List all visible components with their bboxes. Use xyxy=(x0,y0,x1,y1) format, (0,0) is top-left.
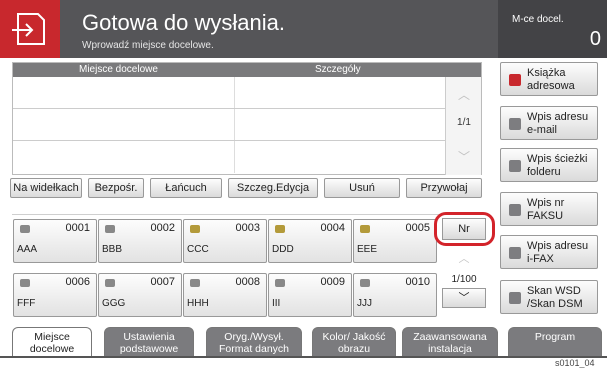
one-touch-key[interactable]: 0003 CCC xyxy=(183,219,267,263)
wsd-scan-button[interactable]: Skan WSD /Skan DSM xyxy=(500,280,598,314)
chain-button[interactable]: Łańcuch xyxy=(150,178,222,198)
contact-icon xyxy=(190,279,200,287)
destination-row[interactable] xyxy=(13,77,481,109)
address-book-button[interactable]: Książka adresowa xyxy=(500,62,598,96)
send-icon xyxy=(0,0,60,58)
contact-icon xyxy=(360,279,370,287)
on-hook-button[interactable]: Na widełkach xyxy=(10,178,82,198)
tab-baseline xyxy=(0,356,607,358)
one-touch-key[interactable]: 0001 AAA xyxy=(13,219,97,263)
fax-number-entry-button[interactable]: Wpis nr FAKSU xyxy=(500,192,598,226)
recall-button[interactable]: Przywołaj xyxy=(406,178,482,198)
tab-program[interactable]: Program xyxy=(508,327,602,357)
destination-page-indicator: 1/1 xyxy=(457,117,471,128)
scroll-up-icon[interactable]: ︿ xyxy=(450,83,478,107)
one-touch-key[interactable]: 0005 EEE xyxy=(353,219,437,263)
folder-contact-icon xyxy=(275,225,285,233)
folder-path-entry-button[interactable]: Wpis ścieżki folderu xyxy=(500,148,598,182)
folder-icon xyxy=(509,160,521,172)
one-touch-key[interactable]: 0009 III xyxy=(268,273,352,317)
folder-contact-icon xyxy=(360,225,370,233)
status-header: Gotowa do wysłania. Wprowadź miejsce doc… xyxy=(0,0,607,58)
address-book-icon xyxy=(509,74,521,86)
contact-icon xyxy=(105,279,115,287)
one-touch-page-indicator: 1/100 xyxy=(451,274,477,285)
direct-button[interactable]: Bezpośr. xyxy=(88,178,144,198)
destination-list: Miejsce docelowe Szczegóły ︿ 1/1 ﹀ xyxy=(12,62,482,175)
page-title: Gotowa do wysłania. xyxy=(82,10,285,35)
destination-row[interactable] xyxy=(13,109,481,141)
delete-button[interactable]: Usuń xyxy=(324,178,400,198)
contact-icon xyxy=(20,225,30,233)
destination-scrollbar[interactable]: ︿ 1/1 ﹀ xyxy=(445,77,481,175)
one-touch-key[interactable]: 0006 FFF xyxy=(13,273,97,317)
contact-icon xyxy=(20,279,30,287)
email-icon xyxy=(509,118,521,130)
one-touch-key[interactable]: 0008 HHH xyxy=(183,273,267,317)
page-subtitle: Wprowadź miejsce docelowe. xyxy=(82,40,214,51)
wsd-scan-icon xyxy=(509,292,521,304)
one-touch-key[interactable]: 0004 DDD xyxy=(268,219,352,263)
fax-icon xyxy=(509,204,521,216)
folder-contact-icon xyxy=(190,225,200,233)
detail-edit-button[interactable]: Szczeg.Edycja xyxy=(228,178,318,198)
tab-color-quality[interactable]: Kolor/ Jakość obrazu xyxy=(312,327,396,357)
contact-icon xyxy=(275,279,285,287)
destination-count-value: 0 xyxy=(589,28,601,50)
one-touch-scroll-down-icon[interactable]: ﹀ xyxy=(442,288,486,308)
tab-format[interactable]: Oryg./Wysył. Format danych xyxy=(206,327,302,357)
one-touch-scroll-up-icon[interactable]: ︿ xyxy=(442,248,486,270)
contact-icon xyxy=(105,225,115,233)
tab-destination[interactable]: Miejsce docelowe xyxy=(12,327,92,357)
scroll-down-icon[interactable]: ﹀ xyxy=(450,145,478,169)
ifax-entry-button[interactable]: Wpis adresu i-FAX xyxy=(500,235,598,269)
tab-advanced[interactable]: Zaawansowana instalacja xyxy=(402,327,498,357)
highlight-ring xyxy=(434,212,495,246)
ifax-icon xyxy=(509,247,521,259)
column-details: Szczegóły xyxy=(315,64,361,75)
email-entry-button[interactable]: Wpis adresu e-mail xyxy=(500,106,598,140)
column-destination: Miejsce docelowe xyxy=(79,64,158,75)
destination-list-header: Miejsce docelowe Szczegóły xyxy=(13,63,481,77)
one-touch-key[interactable]: 0002 BBB xyxy=(98,219,182,263)
one-touch-key[interactable]: 0010 JJJ xyxy=(353,273,437,317)
tab-basic-settings[interactable]: Ustawienia podstawowe xyxy=(104,327,194,357)
destination-count-label: M-ce docel. xyxy=(512,14,564,25)
one-touch-key[interactable]: 0007 GGG xyxy=(98,273,182,317)
destination-row[interactable] xyxy=(13,141,481,173)
